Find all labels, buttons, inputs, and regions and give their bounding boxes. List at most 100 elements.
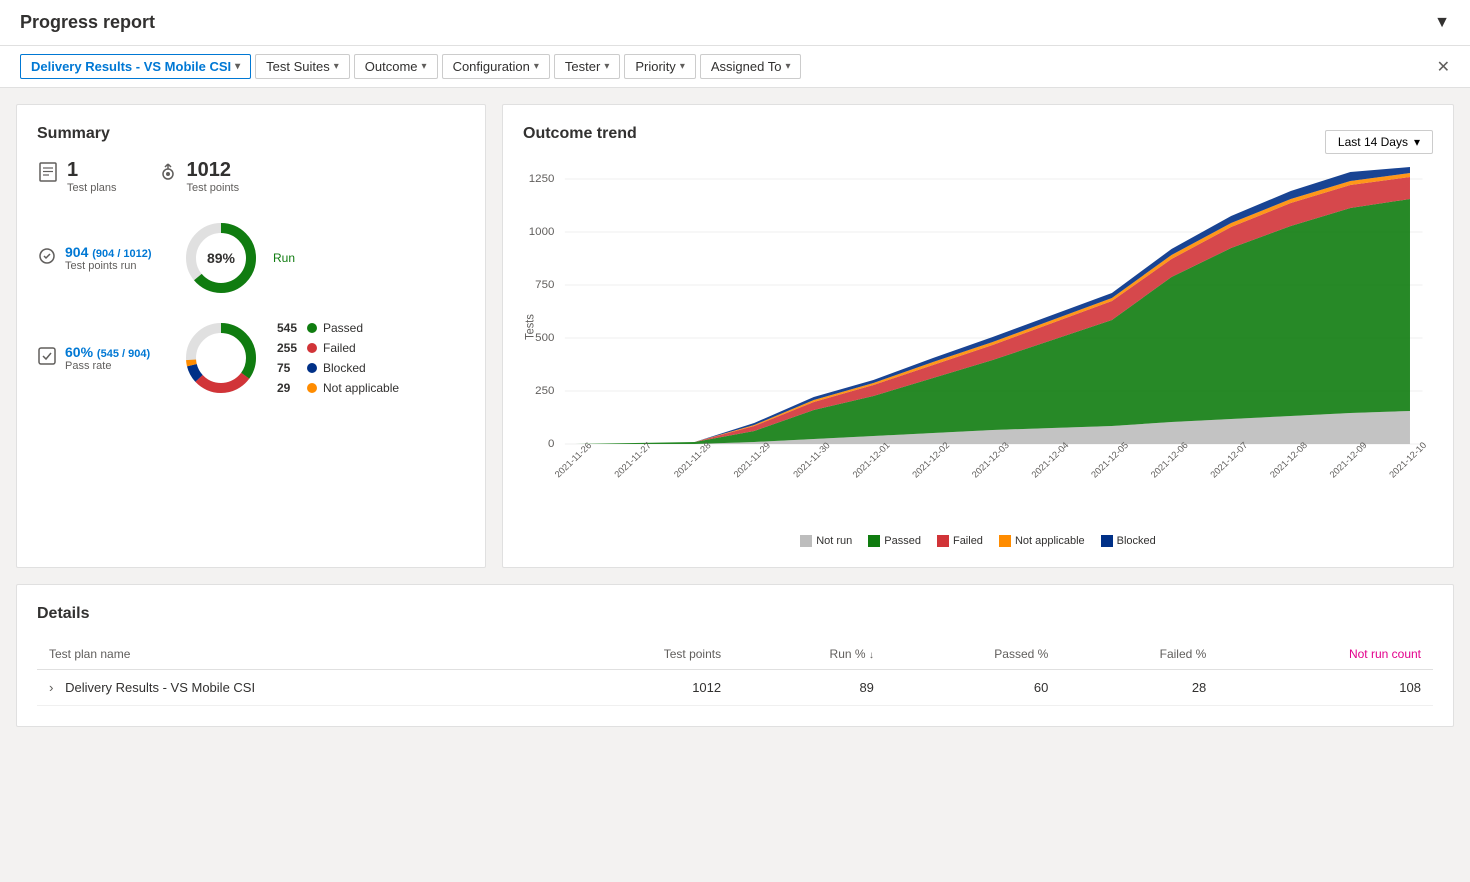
chart-legend: Not run Passed Failed Not applicable Blo… — [523, 535, 1433, 547]
svg-text:0: 0 — [548, 438, 554, 450]
svg-text:2021-11-27: 2021-11-27 — [612, 440, 653, 479]
test-points-run-row: 904 (904 / 1012) Test points run — [37, 218, 465, 298]
page-header: Progress report ▼ — [0, 0, 1470, 46]
filter-configuration[interactable]: Configuration ▾ — [442, 54, 550, 79]
svg-text:2021-12-04: 2021-12-04 — [1029, 440, 1070, 479]
svg-text:2021-11-30: 2021-11-30 — [791, 440, 832, 479]
date-range-button[interactable]: Last 14 Days ▾ — [1325, 130, 1433, 154]
test-points-label: Test points — [187, 182, 240, 194]
filter-icon[interactable]: ▼ — [1434, 14, 1450, 32]
legend-blocked: 75 Blocked — [277, 361, 399, 375]
row-failed-pct: 28 — [1060, 670, 1218, 706]
summary-card: Summary 1 Test plans — [16, 104, 486, 568]
pass-rate-legend: 545 Passed 255 Failed 75 Blocked — [277, 321, 399, 395]
outcome-card: Outcome trend Last 14 Days ▾ 1250 1000 7… — [502, 104, 1454, 568]
summary-stats: 1 Test plans 1012 Test points — [37, 159, 465, 194]
chevron-down-icon: ▾ — [680, 61, 685, 72]
main-content: Summary 1 Test plans — [0, 88, 1470, 743]
test-points-run-fraction: (904 / 1012) — [92, 248, 151, 260]
legend-failed: 255 Failed — [277, 341, 399, 355]
svg-text:2021-11-26: 2021-11-26 — [553, 440, 594, 479]
pass-rate-donut-chart — [181, 318, 261, 398]
svg-text:2021-12-10: 2021-12-10 — [1387, 440, 1428, 479]
filter-outcome[interactable]: Outcome ▾ — [354, 54, 438, 79]
pass-rate-row: 60% (545 / 904) Pass rate — [37, 318, 465, 398]
chevron-down-icon: ▾ — [334, 61, 339, 72]
test-points-icon — [157, 161, 179, 189]
chevron-down-icon: ▾ — [422, 61, 427, 72]
svg-text:2021-12-03: 2021-12-03 — [970, 440, 1011, 479]
chart-legend-not-run: Not run — [800, 535, 852, 547]
row-test-points: 1012 — [551, 670, 733, 706]
svg-text:2021-11-29: 2021-11-29 — [732, 440, 773, 479]
col-test-points: Test points — [551, 639, 733, 670]
svg-text:750: 750 — [535, 279, 554, 291]
run-donut-chart: 89% — [181, 218, 261, 298]
sort-icon: ↓ — [869, 650, 874, 661]
filter-assigned-to[interactable]: Assigned To ▾ — [700, 54, 802, 79]
svg-text:1250: 1250 — [529, 173, 555, 185]
passed-legend-dot — [868, 535, 880, 547]
run-percent-label: 89% — [207, 250, 235, 266]
test-plans-stat: 1 Test plans — [37, 159, 117, 194]
failed-dot — [307, 343, 317, 353]
table-row: › Delivery Results - VS Mobile CSI 1012 … — [37, 670, 1433, 706]
filter-close-button[interactable]: ✕ — [1437, 57, 1450, 77]
test-points-run-number: 904 — [65, 244, 88, 260]
expand-row-button[interactable]: › — [49, 680, 53, 695]
svg-text:2021-12-05: 2021-12-05 — [1089, 440, 1130, 479]
legend-not-applicable: 29 Not applicable — [277, 381, 399, 395]
col-not-run-count: Not run count — [1218, 639, 1433, 670]
blocked-dot — [307, 363, 317, 373]
top-row: Summary 1 Test plans — [16, 104, 1454, 568]
pass-rate-number: 60% — [65, 344, 93, 360]
chart-legend-not-applicable: Not applicable — [999, 535, 1085, 547]
page-title: Progress report — [20, 12, 155, 33]
chart-legend-failed: Failed — [937, 535, 983, 547]
chevron-down-icon: ▾ — [785, 61, 790, 72]
row-run-pct: 89 — [733, 670, 886, 706]
test-plans-icon — [37, 161, 59, 189]
summary-title: Summary — [37, 125, 465, 143]
filter-priority[interactable]: Priority ▾ — [624, 54, 695, 79]
svg-text:2021-11-28: 2021-11-28 — [672, 440, 713, 479]
details-title: Details — [37, 605, 1433, 623]
pass-rate-left: 60% (545 / 904) Pass rate — [37, 344, 157, 372]
table-header-row: Test plan name Test points Run % ↓ Passe… — [37, 639, 1433, 670]
svg-text:2021-12-09: 2021-12-09 — [1328, 440, 1369, 479]
svg-text:250: 250 — [535, 385, 554, 397]
col-failed-pct: Failed % — [1060, 639, 1218, 670]
test-points-run-left: 904 (904 / 1012) Test points run — [37, 244, 157, 272]
pass-rate-fraction: (545 / 904) — [97, 348, 150, 360]
col-test-plan-name: Test plan name — [37, 639, 551, 670]
filter-bar: Delivery Results - VS Mobile CSI ▾ Test … — [0, 46, 1470, 88]
svg-text:2021-12-08: 2021-12-08 — [1268, 440, 1309, 479]
svg-text:500: 500 — [535, 332, 554, 344]
not-run-legend-dot — [800, 535, 812, 547]
run-text-label: Run — [273, 251, 295, 265]
blocked-legend-dot — [1101, 535, 1113, 547]
test-points-run-label: Test points run — [65, 260, 152, 272]
outcome-trend-title: Outcome trend — [523, 125, 637, 143]
svg-text:2021-12-02: 2021-12-02 — [910, 440, 951, 479]
chevron-down-icon: ▾ — [534, 61, 539, 72]
test-points-stat: 1012 Test points — [157, 159, 240, 194]
failed-legend-dot — [937, 535, 949, 547]
details-table: Test plan name Test points Run % ↓ Passe… — [37, 639, 1433, 706]
col-run-pct: Run % ↓ — [733, 639, 886, 670]
chart-area: 1250 1000 750 500 250 0 Tests — [523, 167, 1433, 527]
svg-text:2021-12-07: 2021-12-07 — [1208, 440, 1249, 479]
not-applicable-legend-dot — [999, 535, 1011, 547]
filter-tester[interactable]: Tester ▾ — [554, 54, 620, 79]
filter-test-suites[interactable]: Test Suites ▾ — [255, 54, 350, 79]
row-passed-pct: 60 — [886, 670, 1060, 706]
row-not-run-count: 108 — [1218, 670, 1433, 706]
filter-delivery-results[interactable]: Delivery Results - VS Mobile CSI ▾ — [20, 54, 251, 79]
legend-passed: 545 Passed — [277, 321, 399, 335]
row-plan-name: › Delivery Results - VS Mobile CSI — [37, 670, 551, 706]
details-card: Details Test plan name Test points Run %… — [16, 584, 1454, 727]
chart-legend-passed: Passed — [868, 535, 921, 547]
passed-dot — [307, 323, 317, 333]
not-applicable-dot — [307, 383, 317, 393]
svg-text:2021-12-06: 2021-12-06 — [1149, 440, 1190, 479]
